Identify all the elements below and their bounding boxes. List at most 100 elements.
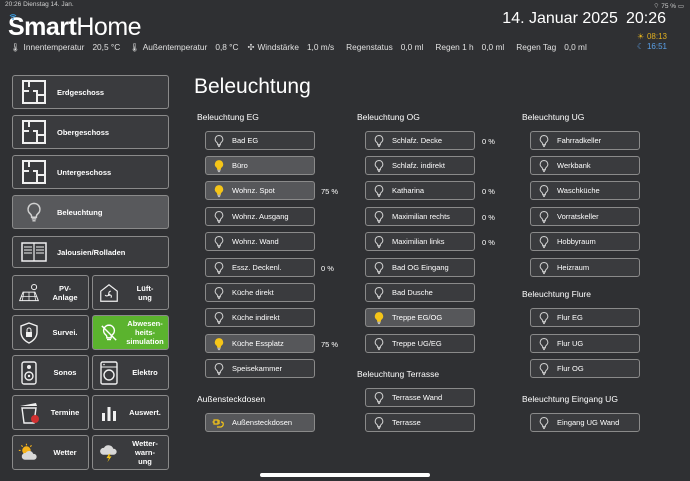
light-label: Heizraum [557, 263, 590, 272]
light-terrasse[interactable]: Terrasse [365, 413, 475, 432]
nav-surveillance[interactable]: Survei. [12, 315, 89, 350]
weather-bar: 🌡︎ Innentemperatur 20,5 °C 🌡︎ Außentempera… [10, 41, 596, 53]
light-label: Fahrradkeller [557, 136, 602, 145]
light-maximilian-links[interactable]: Maximilian links [365, 232, 475, 251]
light-waschkueche[interactable]: Waschküche [530, 181, 640, 200]
shield-icon [18, 321, 40, 344]
wifi-status-icon: ⌔ [653, 3, 660, 10]
light-vorratskeller[interactable]: Vorratskeller [530, 207, 640, 226]
nav-pv-anlage[interactable]: PV- Anlage [12, 275, 89, 310]
washing-machine-icon [98, 360, 120, 385]
thermometer-icon: 🌡︎ [10, 41, 21, 52]
light-kueche-indirekt[interactable]: Küche indirekt [205, 308, 315, 327]
sun-cloud-icon [18, 442, 40, 464]
trash-bin-icon [18, 402, 40, 424]
nav-label: Elektro [132, 368, 158, 377]
light-treppe-ug-eg[interactable]: Treppe UG/EG [365, 334, 475, 353]
lightbulb-off-icon [212, 286, 226, 300]
status-battery: ⌔ 75 % ▭ [653, 1, 684, 10]
light-flur-og[interactable]: Flur OG [530, 359, 640, 378]
lightbulb-off-icon [537, 337, 551, 351]
light-bad-eg[interactable]: Bad EG [205, 131, 315, 150]
lightbulb-off-icon [212, 311, 226, 325]
header-time: 20:26 [625, 10, 666, 27]
section-title-eingang-ug: Beleuchtung Eingang UG [522, 394, 618, 404]
light-bad-dusche[interactable]: Bad Dusche [365, 283, 475, 302]
light-wohnz-wand[interactable]: Wohnz. Wand [205, 232, 315, 251]
lightbulb-off-icon [372, 337, 386, 351]
nav-sonos[interactable]: Sonos [12, 355, 89, 390]
nav-label: Auswert. [129, 408, 161, 417]
light-eingang-ug-wand[interactable]: Eingang UG Wand [530, 413, 640, 432]
nav-untergeschoss[interactable]: Untergeschoss [12, 155, 169, 189]
light-label: Maximilian rechts [392, 212, 450, 221]
section-title-og: Beleuchtung OG [357, 112, 420, 122]
light-flur-ug[interactable]: Flur UG [530, 334, 640, 353]
nav-abwesenheitssimulation[interactable]: Abwesen-heits-simulation [92, 315, 169, 350]
nav-lueftung[interactable]: Lüft-ung [92, 275, 169, 310]
blinds-icon [21, 239, 47, 265]
lightbulb-off-icon [537, 362, 551, 376]
light-kueche-direkt[interactable]: Küche direkt [205, 283, 315, 302]
nav-label: Survei. [52, 328, 78, 337]
light-fahrradkeller[interactable]: Fahrradkeller [530, 131, 640, 150]
storm-cloud-icon [98, 442, 120, 464]
light-wohnz-ausgang[interactable]: Wohnz. Ausgang [205, 207, 315, 226]
light-schlafz-decke[interactable]: Schlafz. Decke [365, 131, 475, 150]
light-essz-deckenl[interactable]: Essz. Deckenl. [205, 258, 315, 277]
nav-label: heits- [134, 328, 155, 337]
nav-erdgeschoss[interactable]: Erdgeschoss [12, 75, 169, 109]
dim-level: 75 % [321, 340, 339, 349]
nav-elektro[interactable]: Elektro [92, 355, 169, 390]
light-flur-eg[interactable]: Flur EG [530, 308, 640, 327]
outlet-aussensteckdosen[interactable]: Außensteckdosen [205, 413, 315, 432]
lightbulb-off-icon [372, 286, 386, 300]
light-schlafz-indirekt[interactable]: Schlafz. indirekt [365, 156, 475, 175]
light-werkbank[interactable]: Werkbank [530, 156, 640, 175]
light-label: Wohnz. Wand [232, 237, 279, 246]
nav-label: warn- [134, 448, 155, 457]
lightbulb-on-icon [212, 337, 226, 351]
nav-label: ung [138, 292, 152, 302]
indoor-temp-value: 20,5 °C [92, 42, 121, 52]
outdoor-temp-value: 0,8 °C [215, 42, 239, 52]
app-logo: Smart Home [8, 12, 142, 42]
nav-wetterwarnung[interactable]: Wetter-warn-ung [92, 435, 169, 470]
light-heizraum[interactable]: Heizraum [530, 258, 640, 277]
nav-beleuchtung[interactable]: Beleuchtung [12, 195, 169, 229]
rain-1h-label: Regen 1 h [435, 42, 474, 52]
lightbulb-off-icon [212, 362, 226, 376]
dim-level: 75 % [321, 187, 339, 196]
sun-times: ☀ 08:13 ☾ 16:51 [637, 32, 667, 52]
light-kueche-essplatz[interactable]: Küche Essplatz [205, 334, 315, 353]
light-wohnz-spot[interactable]: Wohnz. Spot [205, 181, 315, 200]
nav-jalousien[interactable]: Jalousien/Rolladen [12, 236, 169, 268]
dim-level: 0 % [482, 187, 495, 196]
light-label: Treppe UG/EG [392, 339, 442, 348]
light-label: Waschküche [557, 186, 600, 195]
light-hobbyraum[interactable]: Hobbyraum [530, 232, 640, 251]
light-treppe-eg-og[interactable]: Treppe EG/OG [365, 308, 475, 327]
nav-termine[interactable]: Termine [12, 395, 89, 430]
rain-day-value: 0,0 ml [564, 42, 587, 52]
light-bad-og-eingang[interactable]: Bad OG Eingang [365, 258, 475, 277]
nav-wetter[interactable]: Wetter [12, 435, 89, 470]
dim-level: 0 % [482, 238, 495, 247]
sunrise-icon: ☀ [636, 32, 645, 41]
nav-label: simulation [126, 337, 164, 346]
light-label: Flur EG [557, 313, 583, 322]
lightbulb-on-icon [212, 184, 226, 198]
nav-label: Termine [50, 408, 80, 417]
floorplan-icon [21, 159, 47, 185]
light-label: Vorratskeller [557, 212, 599, 221]
home-indicator[interactable] [260, 473, 430, 477]
nav-obergeschoss[interactable]: Obergeschoss [12, 115, 169, 149]
light-katharina[interactable]: Katharina [365, 181, 475, 200]
lightbulb-off-icon [98, 322, 120, 344]
nav-auswertung[interactable]: Auswert. [92, 395, 169, 430]
wind-label: Windstärke [257, 42, 299, 52]
light-speisekammer[interactable]: Speisekammer [205, 359, 315, 378]
light-terrasse-wand[interactable]: Terrasse Wand [365, 388, 475, 407]
light-maximilian-rechts[interactable]: Maximilian rechts [365, 207, 475, 226]
light-buero[interactable]: Büro [205, 156, 315, 175]
